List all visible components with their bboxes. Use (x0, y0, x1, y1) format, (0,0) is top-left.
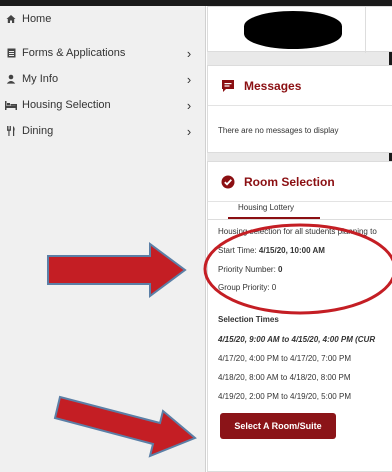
document-icon (4, 48, 18, 58)
sidebar-item-label: Housing Selection (22, 99, 111, 111)
bed-icon (4, 100, 18, 110)
check-circle-icon (221, 175, 235, 188)
profile-card (207, 6, 392, 53)
utensils-icon (4, 126, 18, 136)
sidebar-item-label: Forms & Applications (22, 47, 126, 59)
user-icon (4, 74, 18, 84)
start-time-label: Start Time: (218, 246, 257, 255)
sidebar-item-label: My Info (22, 73, 59, 85)
sidebar-item-dining[interactable]: Dining › (0, 118, 206, 144)
messages-title: Messages (244, 78, 302, 93)
chevron-right-icon: › (186, 123, 192, 139)
sidebar-item-label: Dining (22, 125, 54, 137)
start-time-row: Start Time: 4/15/20, 10:00 AM (218, 246, 325, 255)
selection-time-item: 4/18/20, 8:00 AM to 4/18/20, 8:00 PM (218, 373, 351, 382)
chevron-right-icon: › (186, 97, 192, 113)
divider (365, 7, 366, 53)
sidebar-item-home[interactable]: Home (0, 6, 206, 32)
selection-times-header: Selection Times (218, 315, 279, 324)
tab-housing-lottery[interactable]: Housing Lottery (238, 203, 294, 212)
home-icon (4, 14, 18, 24)
start-time-value: 4/15/20, 10:00 AM (258, 246, 325, 255)
chevron-right-icon: › (186, 45, 192, 61)
chevron-right-icon: › (186, 71, 192, 87)
sidebar-item-label: Home (22, 13, 52, 25)
sidebar-item-housing-selection[interactable]: Housing Selection › (0, 92, 206, 118)
priority-value: 0 (278, 265, 283, 274)
room-selection-title: Room Selection (244, 174, 335, 189)
main-content: Messages There are no messages to displa… (207, 6, 392, 472)
messages-header: Messages (208, 66, 392, 106)
tab-divider (208, 219, 392, 220)
priority-label: Priority Number: (218, 265, 276, 274)
messages-card: Messages There are no messages to displa… (207, 65, 392, 153)
priority-row: Priority Number: 0 (218, 265, 282, 274)
selection-time-item: 4/17/20, 4:00 PM to 4/17/20, 7:00 PM (218, 354, 351, 363)
select-room-button[interactable]: Select A Room/Suite (220, 413, 336, 439)
group-priority-text: Group Priority: 0 (218, 283, 277, 292)
sidebar-item-my-info[interactable]: My Info › (0, 66, 206, 92)
lottery-description: Housing selection for all students plann… (218, 227, 377, 236)
redacted-avatar (244, 11, 342, 49)
selection-time-item: 4/19/20, 2:00 PM to 4/19/20, 5:00 PM (218, 392, 351, 401)
sidebar-item-forms[interactable]: Forms & Applications › (0, 40, 206, 66)
sidebar-nav: Home Forms & Applications › My Info › Ho… (0, 6, 206, 472)
room-selection-header: Room Selection (208, 162, 392, 202)
selection-time-current: 4/15/20, 9:00 AM to 4/15/20, 4:00 PM (CU… (218, 335, 376, 344)
empty-messages-text: There are no messages to display (218, 126, 339, 135)
message-icon (222, 79, 234, 92)
